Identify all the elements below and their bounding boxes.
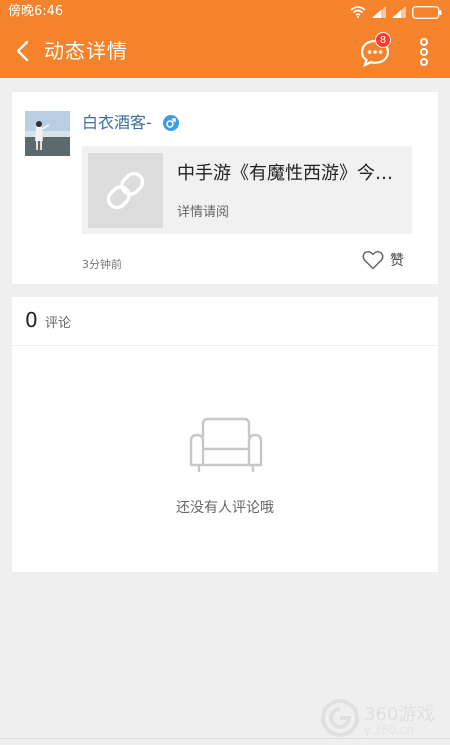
male-icon [163, 115, 179, 131]
sofa-icon [189, 417, 263, 472]
wifi-icon [350, 6, 366, 18]
post-timestamp: 3分钟前 [82, 258, 122, 271]
status-bar: 傍晚6:46 [0, 0, 450, 24]
link-title: 中手游《有魔性西游》今日首发 明星主播诚意推荐 [177, 163, 405, 184]
shared-link-card[interactable]: 中手游《有魔性西游》今日首发 明星主播诚意推荐 详情请阅 [82, 146, 412, 234]
app-bar: 动态详情 8 [0, 24, 450, 78]
more-options-button[interactable] [416, 38, 432, 66]
message-count-badge: 8 [375, 32, 391, 48]
link-icon [106, 171, 145, 210]
signal-icon [392, 6, 406, 18]
back-button[interactable] [10, 36, 38, 66]
signal-icon [372, 6, 386, 18]
heart-icon [362, 250, 384, 270]
watermark-logo [321, 699, 359, 737]
comment-label: 评论 [45, 316, 72, 331]
status-time: 傍晚6:46 [8, 4, 64, 19]
comments-card: 0 评论 还没有人评论哦 [12, 297, 438, 572]
page-title: 动态详情 [44, 39, 128, 63]
comment-count: 0 [25, 308, 38, 332]
link-thumbnail [88, 153, 163, 228]
avatar[interactable] [25, 111, 70, 156]
watermark: 360游戏 y.360.cn [320, 698, 450, 740]
post-card: 白衣酒客- 中手游《有魔性西游》今日首发 明星主播诚意推荐 详情请阅 3分钟前 … [12, 92, 438, 284]
battery-icon [412, 5, 442, 19]
status-icons [350, 5, 442, 19]
link-subtitle: 详情请阅 [177, 205, 230, 220]
divider [12, 345, 438, 346]
avatar-photo [25, 111, 70, 156]
back-arrow-icon [16, 40, 29, 62]
more-vertical-icon [420, 38, 428, 66]
empty-comments-text: 还没有人评论哦 [176, 500, 274, 516]
like-button[interactable]: 赞 [362, 249, 404, 271]
username[interactable]: 白衣酒客- [82, 111, 152, 135]
like-label: 赞 [390, 253, 404, 269]
watermark-url: y.360.cn [364, 723, 415, 737]
